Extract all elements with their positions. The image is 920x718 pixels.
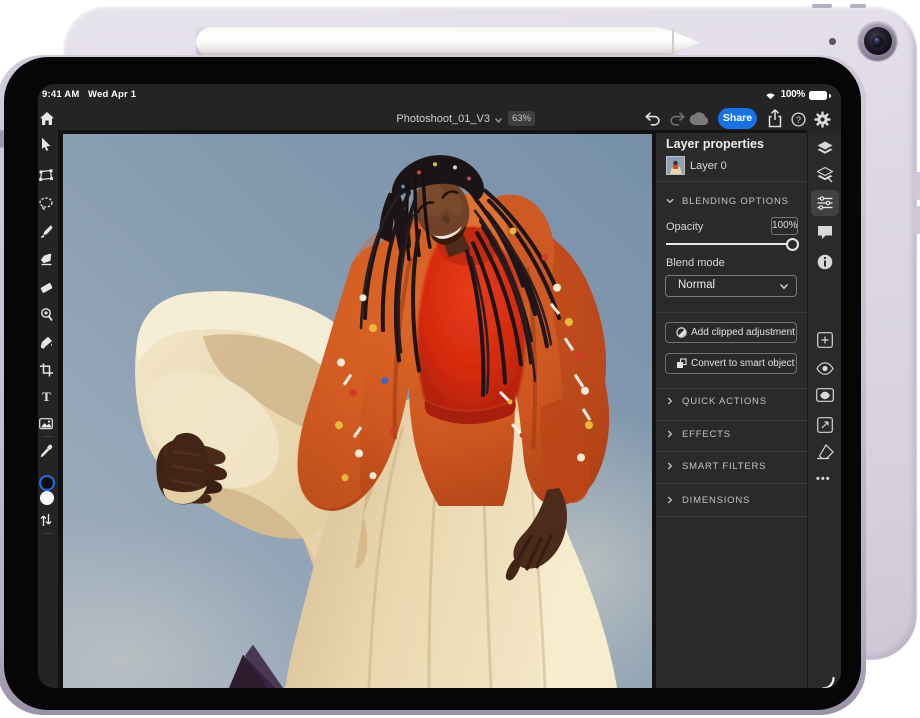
svg-text:?: ?: [796, 115, 801, 125]
